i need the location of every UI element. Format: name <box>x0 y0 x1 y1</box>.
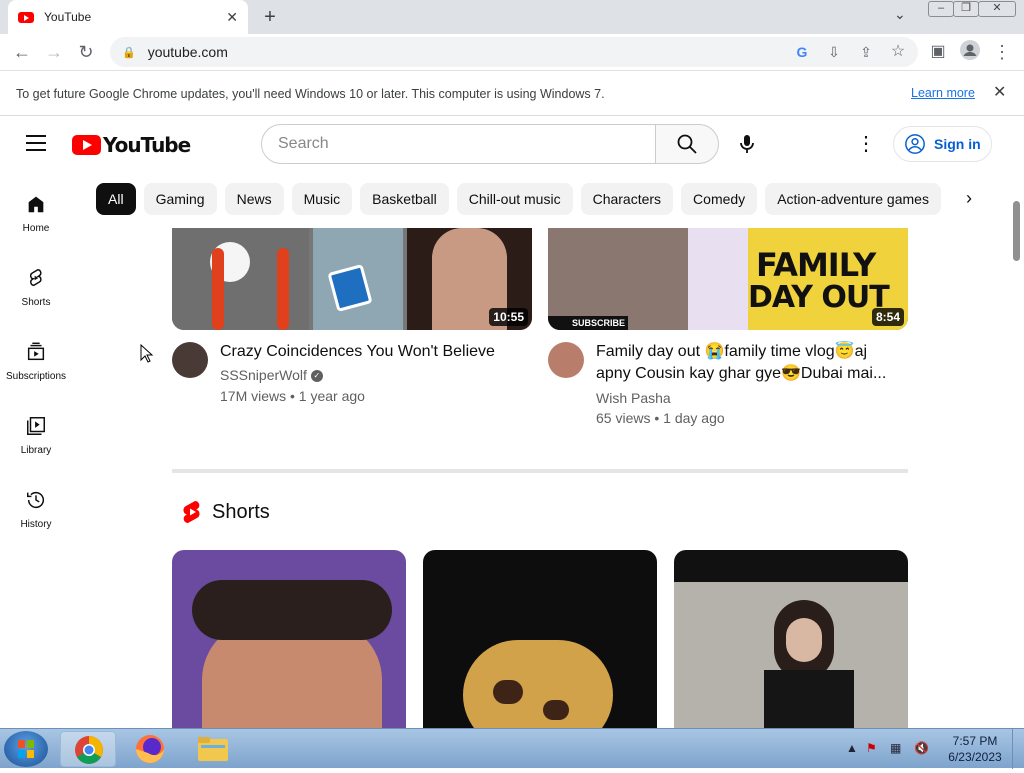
back-icon[interactable]: ← <box>10 40 34 64</box>
shorts-logo-icon <box>183 501 200 523</box>
verified-icon: ✓ <box>310 370 323 383</box>
bookmark-star-icon[interactable]: ☆ <box>886 40 910 64</box>
side-panel-icon[interactable]: ▣ <box>926 40 950 64</box>
clock-date: 6/23/2023 <box>948 750 1002 764</box>
chevron-right-icon[interactable]: › <box>966 188 972 209</box>
chip-action-adventure-games[interactable]: Action-adventure games <box>765 183 941 215</box>
lock-icon[interactable]: 🔒 <box>122 46 136 59</box>
search-input[interactable]: Search <box>261 124 656 164</box>
clock-time: 7:57 PM <box>952 734 998 748</box>
volume-muted-icon[interactable]: 🔇 <box>914 741 929 755</box>
account-icon <box>905 134 925 154</box>
sign-in-button[interactable]: Sign in <box>893 126 992 162</box>
new-tab-button[interactable]: + <box>258 5 282 29</box>
taskbar-firefox[interactable] <box>122 731 178 767</box>
share-icon[interactable]: ⇪ <box>854 40 878 64</box>
subscribe-overlay: SUBSCRIBE <box>548 316 628 330</box>
tab-close-button[interactable]: ✕ <box>226 9 238 26</box>
home-icon <box>28 196 44 213</box>
chrome-icon <box>75 736 103 764</box>
main-feed: 10:55 Crazy Coincidences You Won't Belie… <box>0 228 1010 728</box>
chip-news[interactable]: News <box>224 183 284 215</box>
tab-search-button[interactable]: ⌄ <box>894 6 906 23</box>
browser-toolbar: ← → ↻ 🔒 youtube.com G ⇩ ⇪ ☆ ▣ ⋮ <box>0 34 1024 71</box>
duration-badge: 10:55 <box>489 308 528 326</box>
firefox-icon <box>136 735 164 763</box>
search-button[interactable] <box>655 124 719 164</box>
chip-characters[interactable]: Characters <box>580 183 674 215</box>
chip-chill-out-music[interactable]: Chill-out music <box>456 183 573 215</box>
google-lens-icon[interactable]: G <box>790 40 814 64</box>
video-stats: 17M views • 1 year ago <box>220 388 365 404</box>
minimize-button[interactable]: – <box>928 1 954 17</box>
menu-icon[interactable] <box>26 135 46 151</box>
infobar-close-button[interactable]: ✕ <box>993 82 1006 102</box>
tab-strip: YouTube ✕ + ⌄ – ❐ ✕ <box>0 0 1024 34</box>
install-app-icon[interactable]: ⇩ <box>822 40 846 64</box>
short-thumbnail[interactable] <box>172 550 406 728</box>
folder-icon <box>198 737 228 761</box>
shorts-heading: Shorts <box>212 500 270 523</box>
shorts-section-header: Shorts <box>182 500 270 524</box>
chip-comedy[interactable]: Comedy <box>681 183 758 215</box>
taskbar-chrome[interactable] <box>60 731 116 767</box>
search-icon <box>677 134 697 154</box>
chip-all[interactable]: All <box>96 183 136 215</box>
youtube-play-icon <box>72 135 101 155</box>
network-icon[interactable]: ▦ <box>890 741 901 755</box>
update-infobar: To get future Google Chrome updates, you… <box>0 72 1024 116</box>
channel-name[interactable]: Wish Pasha <box>596 390 671 406</box>
scrollbar-thumb[interactable] <box>1013 201 1020 261</box>
channel-avatar[interactable] <box>172 342 208 378</box>
duration-badge: 8:54 <box>871 308 904 326</box>
chrome-menu-icon[interactable]: ⋮ <box>990 40 1014 64</box>
system-clock[interactable]: 7:57 PM 6/23/2023 <box>940 733 1010 765</box>
windows-logo-icon <box>18 740 34 758</box>
channel-avatar[interactable] <box>548 342 584 378</box>
video-title-line-1[interactable]: Family day out 😭family time vlog😇aj <box>596 341 867 363</box>
logo-text: YouTube <box>103 133 191 157</box>
youtube-favicon-icon <box>18 11 34 23</box>
microphone-icon[interactable] <box>735 132 759 156</box>
learn-more-link[interactable]: Learn more <box>911 86 975 100</box>
url-text[interactable]: youtube.com <box>148 44 228 60</box>
restore-button[interactable]: ❐ <box>953 1 979 17</box>
category-chips: All Gaming News Music Basketball Chill-out mu… <box>96 183 960 215</box>
video-stats: 65 views • 1 day ago <box>596 410 725 426</box>
reload-icon[interactable]: ↻ <box>74 40 98 64</box>
tab-title: YouTube <box>44 10 92 24</box>
chip-basketball[interactable]: Basketball <box>360 183 449 215</box>
youtube-logo[interactable]: YouTube <box>72 133 191 157</box>
infobar-message: To get future Google Chrome updates, you… <box>16 86 605 101</box>
taskbar-explorer[interactable] <box>184 731 240 767</box>
start-button[interactable] <box>4 731 48 767</box>
short-thumbnail[interactable] <box>423 550 657 728</box>
chip-music[interactable]: Music <box>291 183 353 215</box>
chip-gaming[interactable]: Gaming <box>143 183 217 215</box>
settings-menu-icon[interactable]: ⋮ <box>856 131 876 157</box>
action-center-icon[interactable]: ⚑ <box>866 741 877 755</box>
video-title-line-2[interactable]: apny Cousin kay ghar gye😎Dubai mai... <box>596 363 886 385</box>
sign-in-label: Sign in <box>934 136 981 152</box>
youtube-header: YouTube Search ⋮ Sign in <box>0 117 1010 171</box>
video-thumbnail[interactable]: FAMILY DAY OUT SUBSCRIBE 8:54 <box>548 228 908 330</box>
section-divider <box>172 469 908 473</box>
channel-name-text[interactable]: SSSniperWolf <box>220 367 307 383</box>
browser-tab[interactable]: YouTube ✕ <box>8 0 248 34</box>
channel-name[interactable]: SSSniperWolf ✓ <box>220 367 323 383</box>
windows-taskbar: ▲ ⚑ ▦ 🔇 7:57 PM 6/23/2023 <box>0 728 1024 769</box>
thumbnail-text-1: FAMILY <box>756 246 876 284</box>
page-scrollbar[interactable] <box>1010 171 1024 728</box>
show-desktop-button[interactable] <box>1012 729 1024 769</box>
forward-icon[interactable]: → <box>42 40 66 64</box>
thumbnail-text-2: DAY OUT <box>748 280 890 315</box>
short-thumbnail[interactable] <box>674 550 908 728</box>
profile-icon[interactable] <box>958 40 982 64</box>
close-window-button[interactable]: ✕ <box>978 1 1016 17</box>
video-thumbnail[interactable]: 10:55 <box>172 228 532 330</box>
show-hidden-icons[interactable]: ▲ <box>846 741 858 755</box>
video-title[interactable]: Crazy Coincidences You Won't Believe <box>220 341 495 363</box>
mouse-cursor-icon <box>140 344 154 363</box>
